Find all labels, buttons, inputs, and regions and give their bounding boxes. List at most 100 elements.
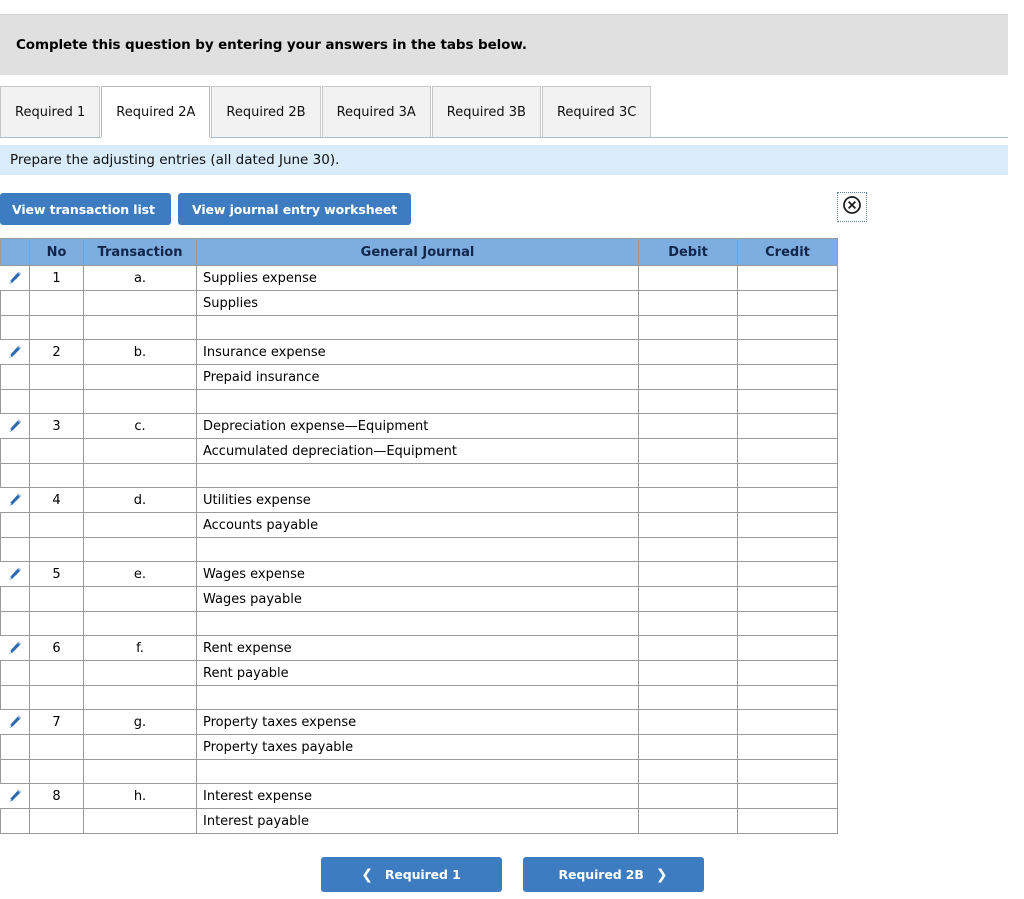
- cell-credit[interactable]: [737, 512, 838, 538]
- edit-entry-button[interactable]: [0, 413, 30, 439]
- cell-no[interactable]: [29, 463, 84, 488]
- view-journal-entry-worksheet-button[interactable]: View journal entry worksheet: [178, 193, 412, 225]
- cell-debit[interactable]: [638, 265, 738, 291]
- cell-debit[interactable]: [638, 463, 738, 488]
- cell-credit[interactable]: [737, 734, 838, 760]
- cell-no[interactable]: [29, 315, 84, 340]
- cell-credit[interactable]: [737, 586, 838, 612]
- cell-debit[interactable]: [638, 586, 738, 612]
- cell-credit[interactable]: [737, 808, 838, 834]
- cell-debit[interactable]: [638, 783, 738, 809]
- cell-no[interactable]: [29, 685, 84, 710]
- cell-credit[interactable]: [737, 611, 838, 636]
- cell-credit[interactable]: [737, 290, 838, 316]
- cell-debit[interactable]: [638, 561, 738, 587]
- tab-required-3a[interactable]: Required 3A: [321, 86, 431, 137]
- cell-debit[interactable]: [638, 413, 738, 439]
- cell-general-journal-account[interactable]: Supplies: [196, 290, 639, 316]
- cell-credit[interactable]: [737, 315, 838, 340]
- cell-general-journal-account[interactable]: Interest expense: [196, 783, 639, 809]
- cell-general-journal-account[interactable]: [196, 685, 639, 710]
- cell-debit[interactable]: [638, 487, 738, 513]
- cell-general-journal-account[interactable]: Interest payable: [196, 808, 639, 834]
- cell-general-journal-account[interactable]: Wages payable: [196, 586, 639, 612]
- cell-credit[interactable]: [737, 463, 838, 488]
- cell-transaction[interactable]: [83, 315, 197, 340]
- previous-requirement-button[interactable]: ❮ Required 1: [320, 857, 502, 892]
- view-transaction-list-button[interactable]: View transaction list: [0, 193, 171, 225]
- cell-no[interactable]: [29, 759, 84, 784]
- cell-credit[interactable]: [737, 389, 838, 414]
- cell-debit[interactable]: [638, 660, 738, 686]
- cell-credit[interactable]: [737, 759, 838, 784]
- cell-debit[interactable]: [638, 438, 738, 464]
- edit-entry-button[interactable]: [0, 265, 30, 291]
- cell-credit[interactable]: [737, 537, 838, 562]
- tab-required-1[interactable]: Required 1: [0, 86, 101, 137]
- cell-transaction[interactable]: [83, 537, 197, 562]
- cell-no[interactable]: [29, 389, 84, 414]
- edit-entry-button[interactable]: [0, 635, 30, 661]
- cell-transaction[interactable]: [83, 759, 197, 784]
- next-requirement-button[interactable]: Required 2B ❯: [522, 857, 704, 892]
- cell-general-journal-account[interactable]: Rent expense: [196, 635, 639, 661]
- close-worksheet-button[interactable]: [837, 192, 867, 222]
- cell-credit[interactable]: [737, 660, 838, 686]
- cell-transaction[interactable]: [83, 611, 197, 636]
- cell-transaction[interactable]: [83, 463, 197, 488]
- cell-credit[interactable]: [737, 709, 838, 735]
- tab-required-2a[interactable]: Required 2A: [101, 86, 211, 138]
- cell-general-journal-account[interactable]: [196, 315, 639, 340]
- cell-no[interactable]: [29, 611, 84, 636]
- cell-debit[interactable]: [638, 709, 738, 735]
- edit-entry-button[interactable]: [0, 339, 30, 365]
- tab-required-3c[interactable]: Required 3C: [541, 86, 652, 137]
- cell-credit[interactable]: [737, 265, 838, 291]
- cell-general-journal-account[interactable]: [196, 463, 639, 488]
- cell-general-journal-account[interactable]: [196, 537, 639, 562]
- cell-credit[interactable]: [737, 783, 838, 809]
- cell-general-journal-account[interactable]: Utilities expense: [196, 487, 639, 513]
- cell-general-journal-account[interactable]: [196, 759, 639, 784]
- edit-entry-button[interactable]: [0, 783, 30, 809]
- cell-debit[interactable]: [638, 315, 738, 340]
- cell-debit[interactable]: [638, 512, 738, 538]
- cell-general-journal-account[interactable]: [196, 611, 639, 636]
- cell-general-journal-account[interactable]: Prepaid insurance: [196, 364, 639, 390]
- cell-credit[interactable]: [737, 413, 838, 439]
- cell-debit[interactable]: [638, 734, 738, 760]
- cell-general-journal-account[interactable]: Property taxes payable: [196, 734, 639, 760]
- cell-debit[interactable]: [638, 537, 738, 562]
- cell-general-journal-account[interactable]: Supplies expense: [196, 265, 639, 291]
- cell-credit[interactable]: [737, 685, 838, 710]
- cell-credit[interactable]: [737, 487, 838, 513]
- edit-entry-button[interactable]: [0, 487, 30, 513]
- cell-transaction[interactable]: [83, 685, 197, 710]
- cell-general-journal-account[interactable]: Accounts payable: [196, 512, 639, 538]
- edit-entry-button[interactable]: [0, 561, 30, 587]
- cell-credit[interactable]: [737, 339, 838, 365]
- cell-debit[interactable]: [638, 364, 738, 390]
- cell-general-journal-account[interactable]: Insurance expense: [196, 339, 639, 365]
- cell-credit[interactable]: [737, 438, 838, 464]
- cell-debit[interactable]: [638, 389, 738, 414]
- cell-debit[interactable]: [638, 635, 738, 661]
- cell-general-journal-account[interactable]: Wages expense: [196, 561, 639, 587]
- cell-debit[interactable]: [638, 759, 738, 784]
- cell-debit[interactable]: [638, 339, 738, 365]
- cell-debit[interactable]: [638, 290, 738, 316]
- cell-debit[interactable]: [638, 685, 738, 710]
- cell-general-journal-account[interactable]: [196, 389, 639, 414]
- cell-credit[interactable]: [737, 364, 838, 390]
- cell-debit[interactable]: [638, 611, 738, 636]
- cell-general-journal-account[interactable]: Rent payable: [196, 660, 639, 686]
- cell-debit[interactable]: [638, 808, 738, 834]
- cell-no[interactable]: [29, 537, 84, 562]
- tab-required-2b[interactable]: Required 2B: [211, 86, 321, 137]
- cell-transaction[interactable]: [83, 389, 197, 414]
- cell-general-journal-account[interactable]: Accumulated depreciation—Equipment: [196, 438, 639, 464]
- tab-required-3b[interactable]: Required 3B: [431, 86, 541, 137]
- cell-credit[interactable]: [737, 635, 838, 661]
- cell-credit[interactable]: [737, 561, 838, 587]
- cell-general-journal-account[interactable]: Depreciation expense—Equipment: [196, 413, 639, 439]
